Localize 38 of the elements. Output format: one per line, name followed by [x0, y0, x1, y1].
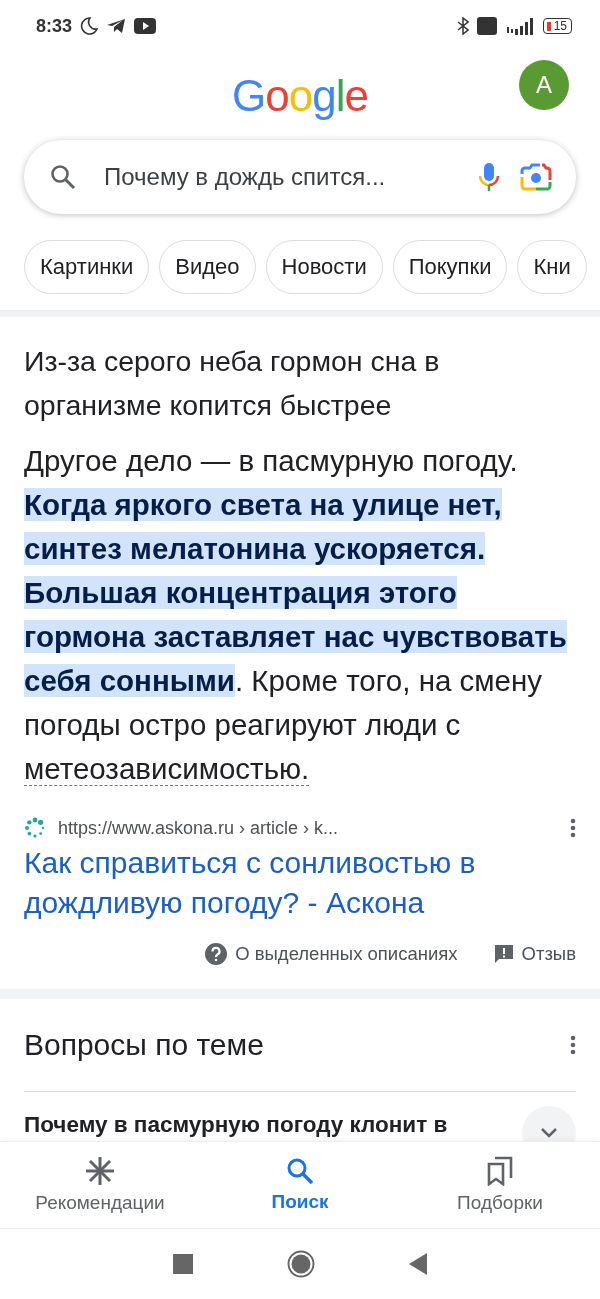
feedback-icon — [493, 944, 514, 964]
camera-icon[interactable] — [520, 162, 552, 192]
search-icon — [50, 164, 76, 190]
filter-chip[interactable]: Картинки — [24, 240, 150, 294]
question-text[interactable]: Почему в пасмурную погоду клонит в — [24, 1110, 448, 1140]
feedback-link[interactable]: Отзыв — [493, 943, 576, 965]
chevron-icon — [540, 1127, 558, 1139]
more-options-icon[interactable] — [570, 818, 576, 838]
more-options-icon[interactable] — [570, 1035, 576, 1055]
result-title-link[interactable]: Как справиться с сонливостью в дождливую погоду? - Аскона — [24, 843, 576, 923]
moon-icon — [80, 17, 99, 35]
help-icon — [205, 943, 228, 965]
google-logo: Google — [232, 71, 368, 121]
section-heading: Вопросы по теме — [24, 1028, 264, 1062]
back-icon[interactable] — [409, 1253, 427, 1275]
dotted-circle-icon — [24, 817, 46, 839]
asterisk-icon — [85, 1156, 115, 1186]
about-link[interactable]: О выделенных описаниях — [205, 943, 458, 965]
search-icon — [286, 1157, 314, 1185]
search-field[interactable]: Почему в дождь спится... — [24, 140, 576, 214]
home-icon[interactable] — [287, 1250, 315, 1278]
filter-chip[interactable]: Новости — [265, 240, 383, 294]
answer-heading: Из-за серого неба гормон сна в организме копится быстрее — [24, 344, 441, 423]
microphone-icon[interactable] — [478, 162, 500, 192]
source-url: https://www.askona.ru › article › k... — [58, 817, 340, 839]
bookmarks-icon — [487, 1156, 513, 1186]
nav-tab[interactable]: Поиск — [200, 1142, 400, 1228]
battery-indicator: 15 — [542, 18, 572, 34]
nav-tab[interactable]: Рекомендации — [0, 1142, 200, 1228]
bluetooth-icon — [456, 17, 469, 35]
filter-chip[interactable]: Покупки — [392, 240, 508, 294]
signal-icon — [504, 17, 535, 35]
filter-chip[interactable]: Видео — [159, 240, 256, 294]
paper-plane-icon — [106, 18, 127, 34]
filter-chip[interactable]: Кни — [517, 240, 587, 294]
play-icon — [134, 18, 157, 34]
clock-time: 8:33 — [36, 15, 73, 37]
nav-tab[interactable]: Подборки — [400, 1142, 600, 1228]
